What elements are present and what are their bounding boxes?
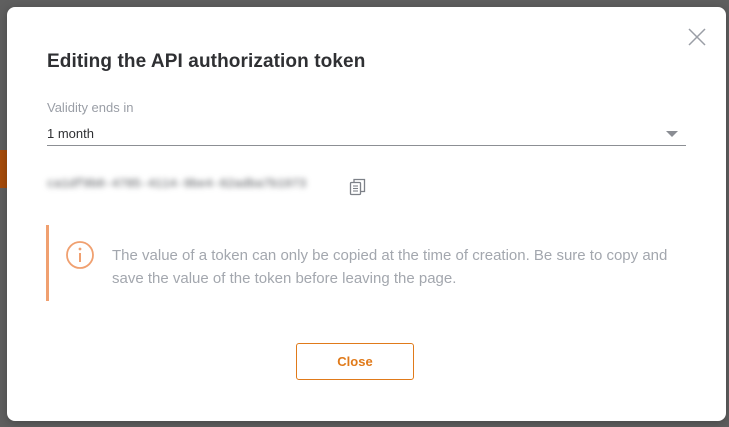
- close-button[interactable]: Close: [296, 343, 414, 380]
- dialog-title: Editing the API authorization token: [47, 51, 366, 72]
- validity-label: Validity ends in: [47, 100, 134, 115]
- notice-alert: The value of a token can only be copied …: [46, 225, 689, 301]
- chevron-down-icon: [666, 131, 678, 137]
- token-value: ca1df9b0-4785-4114-9be4-62adba7b1973: [47, 177, 307, 191]
- close-icon[interactable]: [686, 26, 708, 48]
- notice-text: The value of a token can only be copied …: [112, 247, 668, 287]
- validity-selected-value: 1 month: [47, 126, 94, 141]
- validity-select[interactable]: 1 month: [47, 123, 686, 146]
- copy-icon[interactable]: [348, 177, 368, 197]
- info-icon: [65, 240, 95, 270]
- token-dialog: Editing the API authorization token Vali…: [7, 7, 726, 421]
